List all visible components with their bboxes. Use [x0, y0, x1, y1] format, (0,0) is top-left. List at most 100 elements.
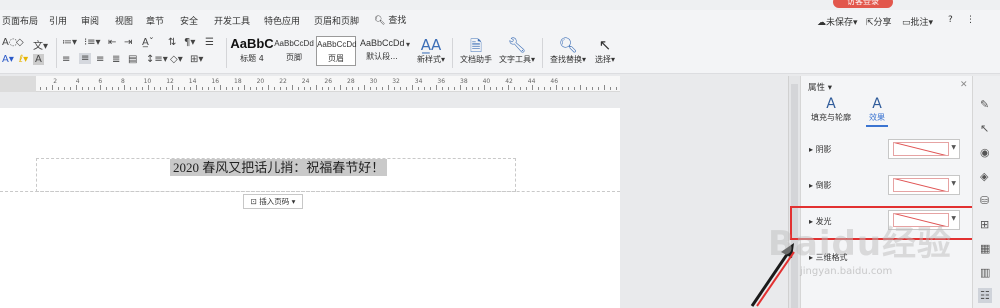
ruler-tick: [196, 85, 197, 90]
numbered-list-icon[interactable]: ≔▾: [62, 37, 77, 48]
text-direction-icon[interactable]: A̲ˇ: [142, 37, 154, 48]
ruler-tick: [508, 85, 509, 90]
ruler-tick: [514, 87, 515, 90]
shading-icon[interactable]: ◇▾: [170, 54, 183, 65]
chart-icon[interactable]: ▥: [980, 266, 990, 279]
settings-icon[interactable]: ☷: [978, 288, 992, 303]
ruler-label: 44: [527, 78, 536, 85]
ruler-tick: [352, 87, 353, 90]
ruler-tick: [334, 87, 335, 90]
increase-indent-icon[interactable]: ⇥: [124, 37, 132, 48]
share-button[interactable]: ⇱分享: [866, 15, 892, 28]
menu-chapter[interactable]: 章节: [146, 14, 164, 27]
distributed-icon[interactable]: ▤: [128, 54, 137, 65]
shadow-dropdown[interactable]: ▼: [888, 139, 960, 159]
close-icon[interactable]: ✕: [960, 80, 968, 90]
ruler-label: 14: [188, 78, 197, 85]
pointer-icon[interactable]: ↖: [980, 122, 989, 135]
bucket-icon[interactable]: ⛁: [980, 194, 989, 207]
panel-title[interactable]: 属性 ▾: [808, 81, 832, 93]
ruler-tick: [130, 87, 131, 90]
ruler-label: 20: [256, 78, 265, 85]
text-tools-button[interactable]: 🔧︎ 文字工具▾: [498, 36, 536, 65]
justify-icon[interactable]: ≣: [112, 54, 120, 65]
paragraph-mark-icon[interactable]: ¶▾: [184, 37, 195, 48]
table-icon[interactable]: ⊞: [980, 218, 989, 231]
char-shading-icon[interactable]: A: [33, 54, 44, 65]
ruler-tick: [586, 87, 587, 90]
tab-fill-outline[interactable]: A 填充与轮廓: [810, 96, 852, 123]
menu-view[interactable]: 视图: [115, 14, 133, 27]
ruler-empty: [620, 76, 788, 92]
style-footer[interactable]: AaBbCcDd 页脚: [274, 36, 314, 66]
ruler-tick: [316, 85, 317, 90]
ruler-tick: [214, 87, 215, 90]
ruler-label: 34: [414, 78, 423, 85]
highlight-icon[interactable]: ℓ▾: [19, 54, 28, 65]
menu-header-footer[interactable]: 页眉和页脚: [314, 14, 359, 27]
more-button[interactable]: ⋮: [966, 15, 975, 25]
menu-security[interactable]: 安全: [180, 14, 198, 27]
style-heading4[interactable]: AaBbC 标题 4: [230, 36, 274, 66]
style-gallery-more-icon[interactable]: ▾: [406, 40, 410, 49]
ruler-tick: [106, 87, 107, 90]
select-button[interactable]: ↖ 选择▾: [592, 36, 618, 65]
annotate-button[interactable]: ▭批注▾: [902, 15, 933, 28]
ruler-label: 24: [301, 78, 310, 85]
ruler-tick: [136, 87, 137, 90]
menu-review[interactable]: 审阅: [81, 14, 99, 27]
horizontal-ruler[interactable]: 4224681012141618202224262830323436384042…: [0, 76, 620, 92]
eraser-icon[interactable]: ◇: [16, 37, 24, 48]
indent-settings-icon[interactable]: ☰: [205, 37, 214, 48]
ruler-tick: [310, 87, 311, 90]
sort-icon[interactable]: ⇅: [168, 37, 176, 48]
user-login-button[interactable]: 访客登录: [833, 0, 893, 8]
ruler-tick: [262, 87, 263, 90]
menu-references[interactable]: 引用: [49, 14, 67, 27]
phonetic-icon[interactable]: 文▾: [33, 37, 48, 52]
menu-special-apps[interactable]: 特色应用: [264, 14, 300, 27]
ruler-tick: [472, 87, 473, 90]
decrease-indent-icon[interactable]: ⇤: [108, 37, 116, 48]
header-text[interactable]: 2020 春风又把话儿捎：祝福春节好！: [170, 159, 388, 176]
line-spacing-icon[interactable]: ↕≡▾: [146, 54, 168, 65]
align-left-icon[interactable]: ≡: [62, 54, 70, 65]
reflection-row[interactable]: ▸ 倒影: [809, 180, 832, 191]
ruler-tick: [286, 87, 287, 90]
ruler-tick: [592, 87, 593, 90]
ruler-label: 46: [550, 78, 559, 85]
ruler-tick: [424, 87, 425, 90]
ruler-tick: [76, 85, 77, 90]
pen-icon[interactable]: ✎: [980, 98, 989, 111]
new-style-button[interactable]: A̲A 新样式▾: [414, 36, 448, 65]
menu-search[interactable]: 🔍︎ 查找: [374, 13, 406, 26]
document-page[interactable]: [0, 108, 620, 308]
align-center-icon[interactable]: ≡: [79, 53, 92, 64]
location-icon[interactable]: ◉: [980, 146, 990, 159]
unsaved-status[interactable]: ☁未保存▾: [817, 15, 858, 28]
reflection-dropdown[interactable]: ▼: [888, 175, 960, 195]
text-color-icon[interactable]: A▾: [2, 54, 14, 65]
menu-dev-tools[interactable]: 开发工具: [214, 14, 250, 27]
find-replace-button[interactable]: 🔍︎ 查找替换▾: [548, 36, 588, 65]
style-header[interactable]: AaBbCcDd 页眉: [316, 36, 357, 66]
menu-page-layout[interactable]: 页面布局: [2, 14, 38, 27]
shapes-icon[interactable]: ◈: [980, 170, 988, 183]
help-button[interactable]: ?: [948, 15, 953, 25]
shadow-row[interactable]: ▸ 阴影: [809, 144, 832, 155]
ruler-tick: [70, 87, 71, 90]
tab-effects[interactable]: A 效果: [864, 96, 890, 123]
ruler-label: 22: [279, 78, 287, 85]
bullet-list-icon[interactable]: ⁝≡▾: [84, 37, 101, 48]
ruler-tick: [64, 87, 65, 90]
style-default-paragraph[interactable]: AaBbCcDd 默认段...: [360, 36, 405, 66]
insert-page-number-button[interactable]: ⊡ 插入页码 ▾: [243, 194, 303, 209]
grid-icon[interactable]: ▦: [980, 242, 990, 255]
ruler-tick: [460, 85, 461, 90]
ruler-tick: [604, 85, 605, 90]
doc-helper-button[interactable]: 🗎︎ 文档助手: [458, 36, 494, 65]
borders-icon[interactable]: ⊞▾: [190, 54, 203, 65]
ruler-label: 38: [460, 78, 468, 85]
align-right-icon[interactable]: ≡: [96, 54, 104, 65]
ruler-tick: [388, 85, 389, 90]
